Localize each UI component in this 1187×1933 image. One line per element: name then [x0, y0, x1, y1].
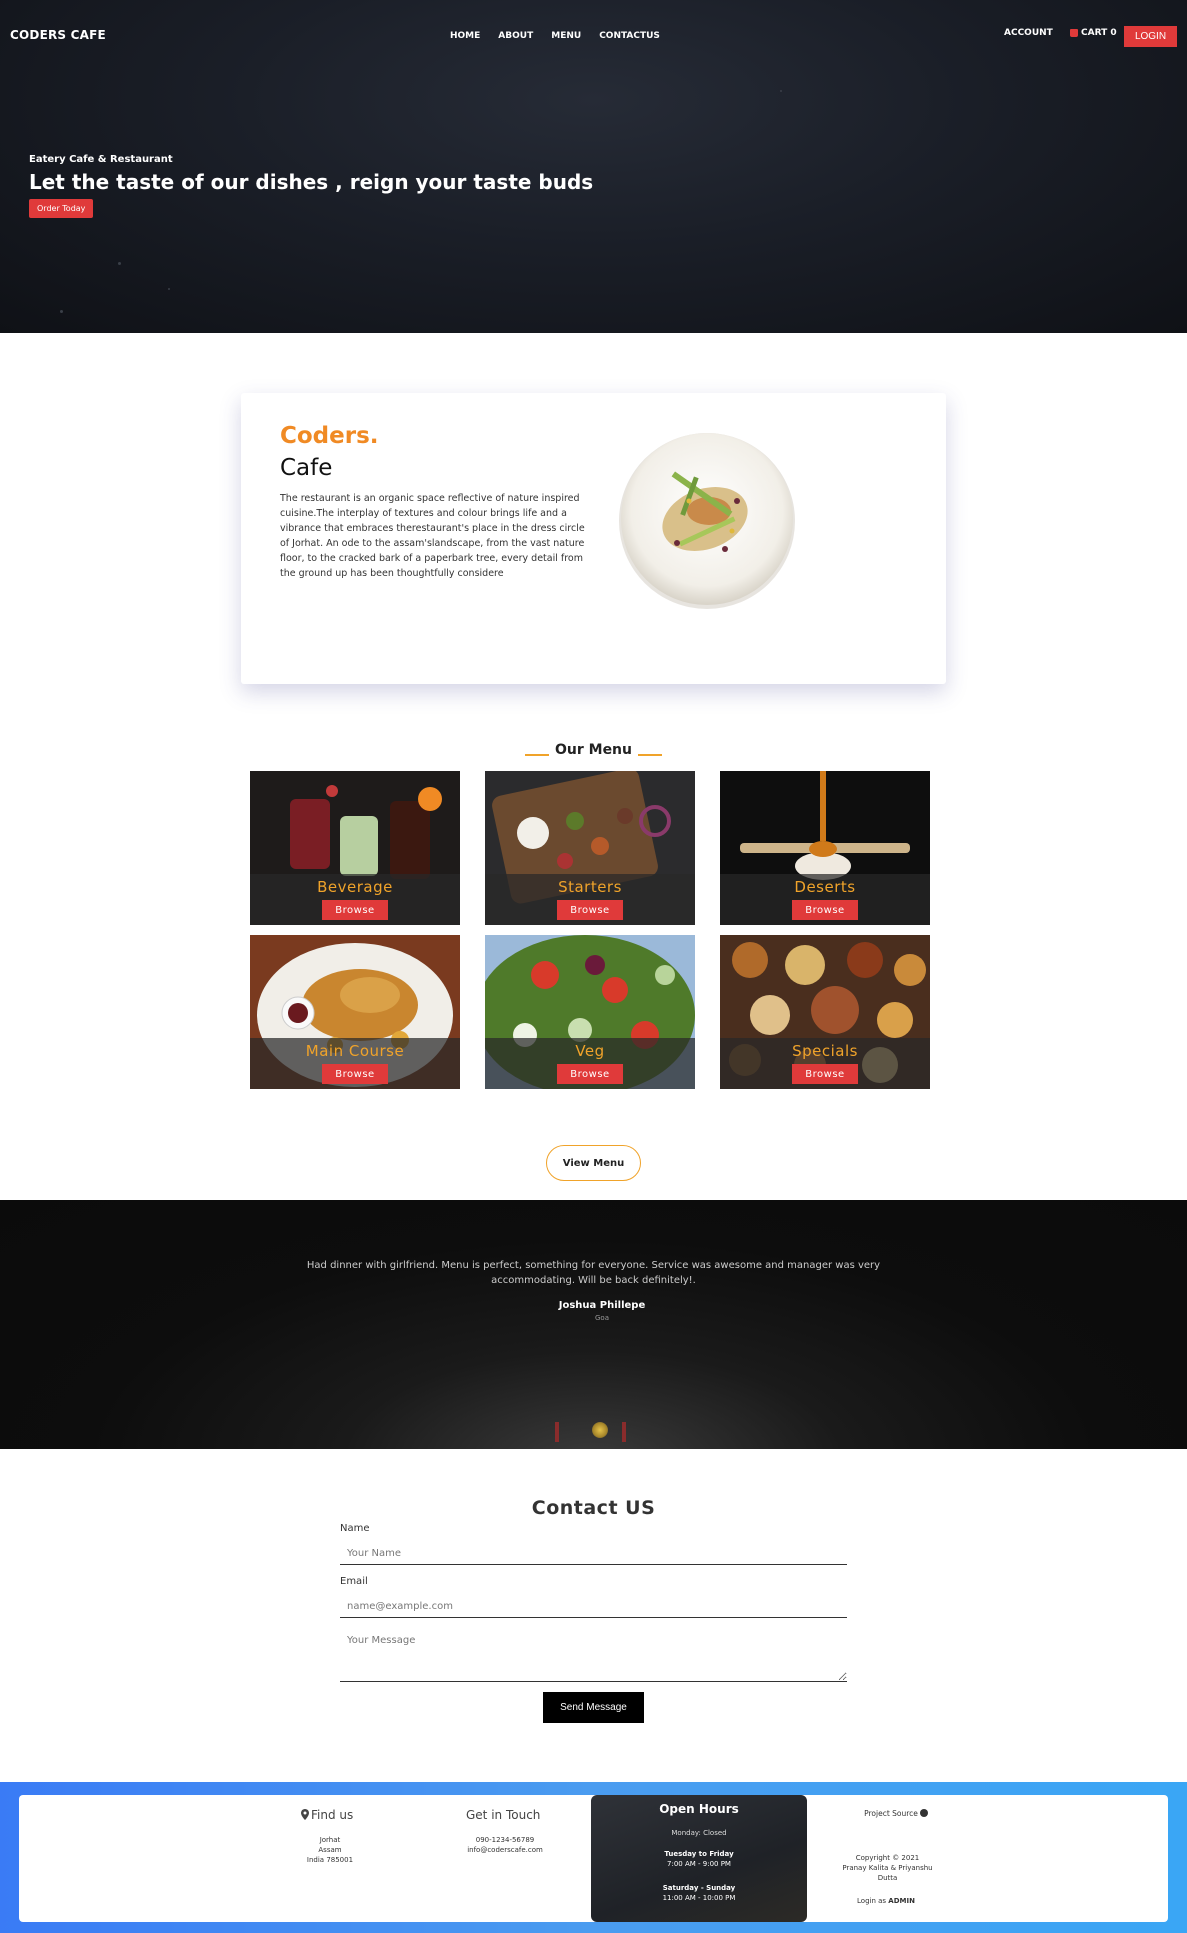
hero-section: CODERS CAFE HOME ABOUT MENU CONTACTUS AC…: [0, 0, 1187, 333]
name-label: Name: [340, 1523, 370, 1534]
nav-home[interactable]: HOME: [450, 31, 480, 41]
menu-tile-title: Beverage: [317, 878, 393, 896]
account-link[interactable]: ACCOUNT: [1004, 28, 1053, 38]
texture-speck: [60, 310, 63, 313]
candle-glow: [592, 1422, 608, 1438]
get-in-touch-heading: Get in Touch: [466, 1808, 541, 1822]
candle-decoration: [555, 1422, 559, 1442]
browse-button[interactable]: Browse: [322, 900, 388, 920]
send-message-button[interactable]: Send Message: [543, 1692, 644, 1723]
texture-speck: [168, 288, 170, 290]
menu-tile-title: Deserts: [794, 878, 856, 896]
github-icon: [919, 1809, 928, 1817]
cart-label: CART 0: [1081, 28, 1117, 38]
texture-speck: [780, 90, 782, 92]
menu-tile-veg[interactable]: Veg Browse: [485, 935, 695, 1089]
open-hours-title: Open Hours: [659, 1802, 739, 1816]
about-title: Cafe: [280, 455, 333, 481]
open-hours-panel: Open Hours Monday: Closed Tuesday to Fri…: [591, 1795, 807, 1922]
admin-login-link[interactable]: ADMIN: [888, 1897, 915, 1905]
brand-logo[interactable]: CODERS CAFE: [10, 28, 106, 42]
order-today-button[interactable]: Order Today: [29, 199, 94, 218]
dish-plate-image: [619, 433, 795, 609]
map-pin-icon: [301, 1809, 309, 1820]
browse-button[interactable]: Browse: [322, 1064, 388, 1084]
admin-login: Login as ADMIN: [857, 1897, 915, 1905]
name-input[interactable]: [340, 1543, 847, 1565]
testimonial-author: Joshua Phillepe: [558, 1300, 646, 1311]
menu-heading-text: Our Menu: [554, 742, 632, 758]
heading-underline-left: [524, 754, 549, 756]
testimonial-location: Goa: [595, 1314, 609, 1322]
hero-title: Let the taste of our dishes , reign your…: [29, 170, 594, 194]
candle-decoration: [622, 1422, 626, 1442]
nav-contactus[interactable]: CONTACTUS: [599, 31, 660, 41]
browse-button[interactable]: Browse: [557, 1064, 623, 1084]
browse-button[interactable]: Browse: [792, 900, 858, 920]
testimonial-section: Had dinner with girlfriend. Menu is perf…: [0, 1200, 1187, 1449]
menu-tile-specials[interactable]: Specials Browse: [720, 935, 930, 1089]
project-source-link[interactable]: Project Source: [846, 1809, 946, 1819]
nav-menu[interactable]: MENU: [551, 31, 581, 41]
contact-details: 090-1234-56789 info@coderscafe.com: [445, 1835, 565, 1855]
login-button[interactable]: LOGIN: [1124, 26, 1177, 47]
menu-tile-deserts[interactable]: Deserts Browse: [720, 771, 930, 925]
main-nav: HOME ABOUT MENU CONTACTUS: [450, 31, 660, 41]
about-description: The restaurant is an organic space refle…: [280, 493, 585, 579]
menu-heading: Our Menu: [0, 742, 1187, 758]
email-address[interactable]: info@coderscafe.com: [445, 1845, 565, 1855]
hero-eyebrow: Eatery Cafe & Restaurant: [29, 154, 173, 165]
testimonial-quote: Had dinner with girlfriend. Menu is perf…: [306, 1260, 881, 1286]
menu-tile-title: Specials: [792, 1042, 858, 1060]
menu-tile-title: Veg: [575, 1042, 605, 1060]
copyright: Copyright © 2021 Pranay Kalita & Priyans…: [842, 1854, 933, 1882]
texture-speck: [118, 262, 121, 265]
address: Jorhat Assam India 785001: [306, 1836, 354, 1864]
menu-tile-beverage[interactable]: Beverage Browse: [250, 771, 460, 925]
cart-link[interactable]: CART 0: [1070, 28, 1117, 38]
phone-number: 090-1234-56789: [475, 1836, 535, 1844]
about-card: Coders. Cafe The restaurant is an organi…: [241, 393, 946, 684]
nav-about[interactable]: ABOUT: [498, 31, 533, 41]
contact-title: Contact US: [531, 1497, 656, 1519]
heading-underline-right: [638, 754, 662, 756]
browse-button[interactable]: Browse: [557, 900, 623, 920]
menu-tile-title: Main Course: [305, 1042, 405, 1060]
cart-icon: [1070, 29, 1078, 37]
email-label: Email: [340, 1576, 368, 1587]
view-menu-button[interactable]: View Menu: [546, 1145, 641, 1181]
email-input[interactable]: [340, 1596, 847, 1618]
about-title-accent: Coders.: [280, 423, 379, 449]
menu-tile-main-course[interactable]: Main Course Browse: [250, 935, 460, 1089]
find-us-heading: Find us: [301, 1808, 353, 1822]
menu-tile-title: Starters: [558, 878, 622, 896]
browse-button[interactable]: Browse: [792, 1064, 858, 1084]
menu-tile-starters[interactable]: Starters Browse: [485, 771, 695, 925]
message-input[interactable]: [340, 1627, 847, 1682]
